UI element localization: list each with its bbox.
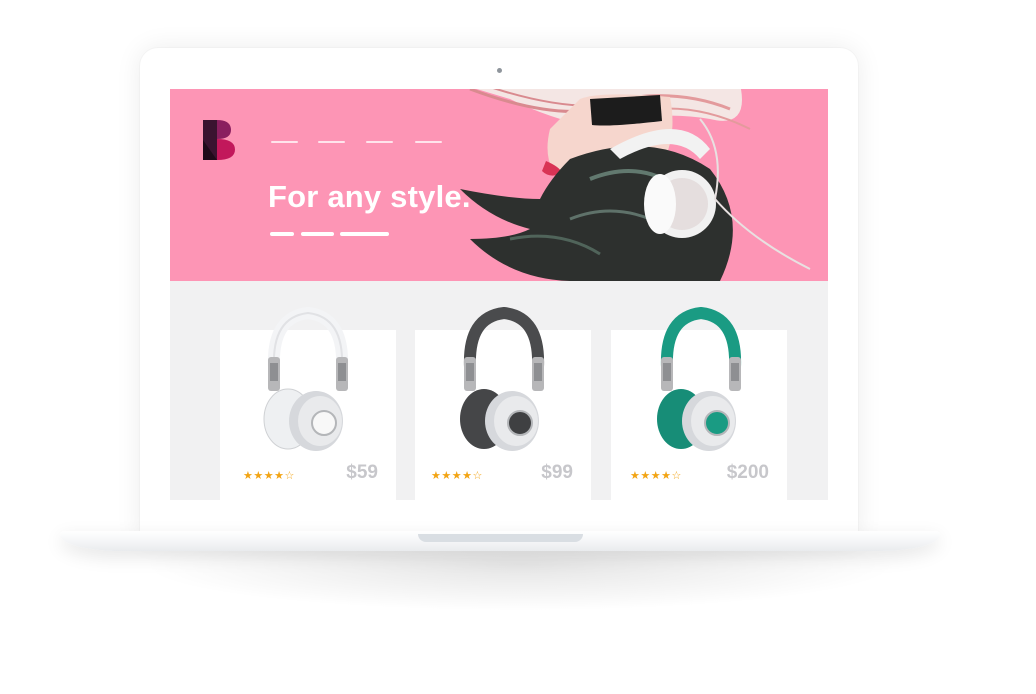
hero-headline: For any style. — [268, 179, 471, 214]
teal-headphones-icon[interactable] — [653, 307, 749, 455]
headline-underline-1 — [270, 232, 294, 236]
nav-placeholder-3[interactable] — [366, 141, 393, 143]
white-headphones-icon[interactable] — [260, 307, 356, 455]
product-price: $59 — [346, 462, 378, 483]
hero-photo — [460, 89, 811, 281]
b-monogram-icon — [203, 120, 235, 160]
black-headphones-icon[interactable] — [456, 307, 552, 455]
screen: For any style. ★★★★☆ $59 ★★★★☆ $99 ★★★★☆… — [170, 89, 828, 500]
nav-placeholder-2[interactable] — [318, 141, 345, 143]
webcam — [497, 68, 502, 73]
nav-placeholder-1[interactable] — [271, 141, 298, 143]
nav-placeholder-4[interactable] — [415, 141, 442, 143]
product-price: $200 — [726, 462, 769, 483]
headline-underline-3 — [340, 232, 389, 236]
rating-stars: ★★★★☆ — [431, 470, 483, 482]
laptop-opening-notch — [418, 534, 583, 542]
rating-stars: ★★★★☆ — [243, 470, 295, 482]
hero-banner: For any style. — [170, 89, 828, 281]
headline-underline-2 — [301, 232, 334, 236]
rating-stars: ★★★★☆ — [630, 470, 682, 482]
product-price: $99 — [541, 462, 573, 483]
